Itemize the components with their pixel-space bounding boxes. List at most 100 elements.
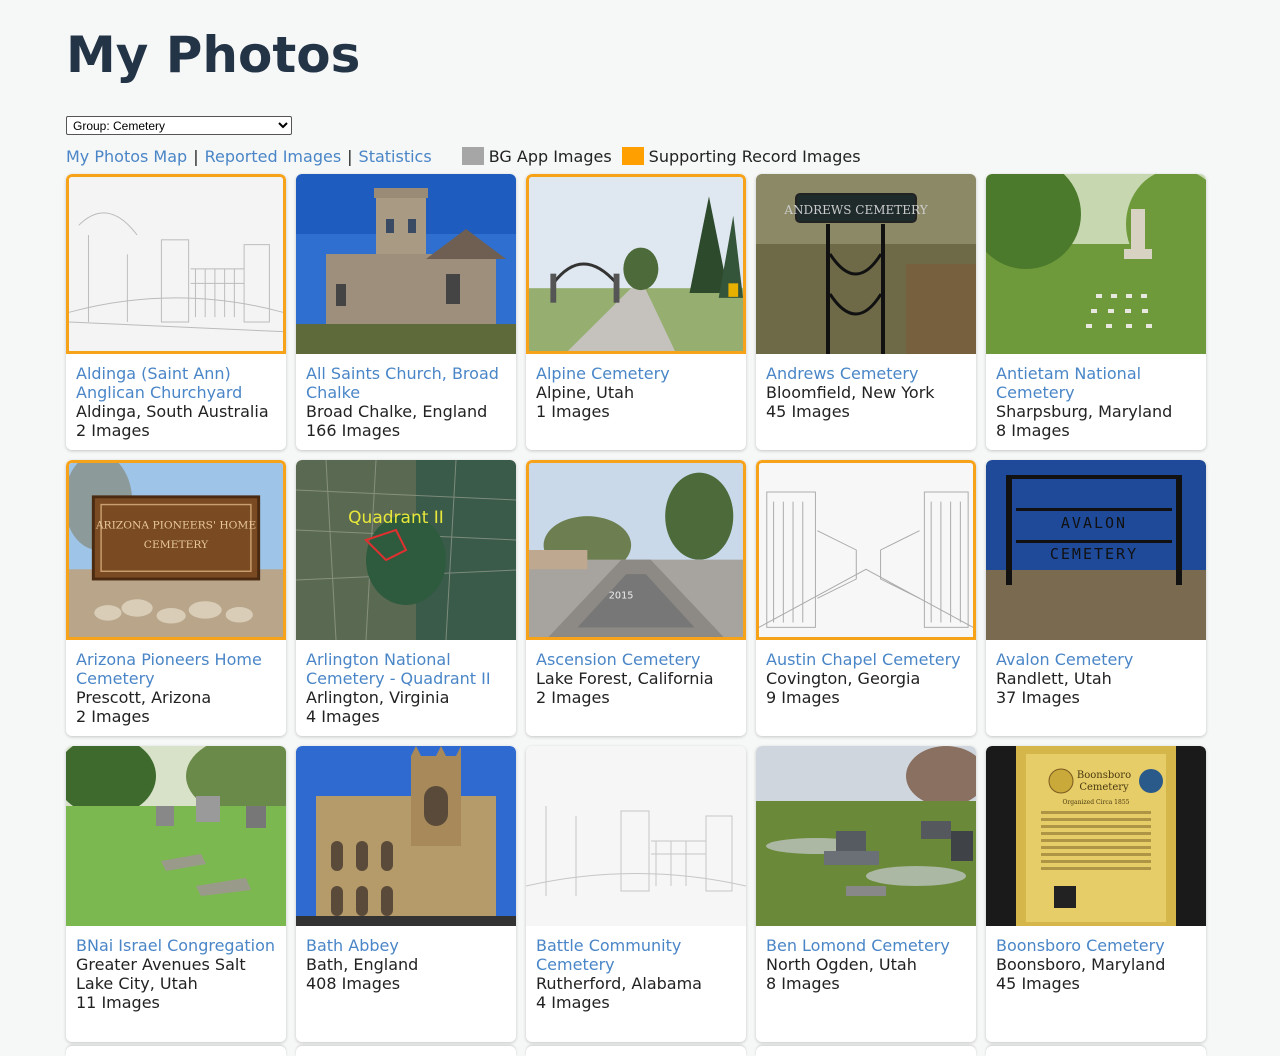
card-thumbnail[interactable]: Quadrant II [296, 460, 516, 640]
card-thumbnail[interactable] [986, 174, 1206, 354]
thumbnail-image [69, 177, 283, 351]
cemetery-name-link[interactable]: Ascension Cemetery [536, 650, 736, 669]
image-count: 408 Images [306, 974, 401, 993]
card-partial [756, 1046, 976, 1056]
thumbnail-image [759, 463, 973, 637]
cemetery-name-link[interactable]: Alpine Cemetery [536, 364, 736, 383]
thumbnail-image [66, 746, 286, 926]
thumbnail-image [986, 174, 1206, 354]
svg-text:ARIZONA PIONEERS' HOME: ARIZONA PIONEERS' HOME [95, 519, 256, 532]
location-card[interactable]: ARIZONA PIONEERS' HOME CEMETERY Arizona … [66, 460, 286, 736]
location-card[interactable]: Bath Abbey Bath, England 408 Images [296, 746, 516, 1042]
card-partial [526, 1046, 746, 1056]
image-count: 45 Images [766, 402, 850, 421]
card-thumbnail[interactable] [756, 746, 976, 926]
card-info: Ben Lomond Cemetery North Ogden, Utah 8 … [756, 926, 976, 993]
cemetery-location: Bloomfield, New York [766, 383, 935, 402]
thumbnail-image [529, 177, 743, 351]
cemetery-name-link[interactable]: Ben Lomond Cemetery [766, 936, 966, 955]
card-partial [986, 1046, 1206, 1056]
card-info: Andrews Cemetery Bloomfield, New York 45… [756, 354, 976, 421]
reported-images-link[interactable]: Reported Images [205, 147, 342, 166]
card-thumbnail[interactable] [756, 460, 976, 640]
location-card[interactable]: Austin Chapel Cemetery Covington, Georgi… [756, 460, 976, 736]
thumbnail-image: 2015 [529, 463, 743, 637]
card-thumbnail[interactable] [66, 174, 286, 354]
toolbar: My Photos Map | Reported Images | Statis… [66, 144, 871, 168]
svg-text:AVALON: AVALON [1061, 514, 1127, 532]
cemetery-location: Randlett, Utah [996, 669, 1112, 688]
location-card[interactable]: Boonsboro Cemetery Organized Circa 1855 … [986, 746, 1206, 1042]
cemetery-name-link[interactable]: Antietam National Cemetery [996, 364, 1196, 402]
svg-text:CEMETERY: CEMETERY [1050, 545, 1138, 563]
my-photos-map-link[interactable]: My Photos Map [66, 147, 187, 166]
location-card[interactable]: 2015 Ascension Cemetery Lake Forest, Cal… [526, 460, 746, 736]
location-card[interactable]: Antietam National Cemetery Sharpsburg, M… [986, 174, 1206, 450]
statistics-link[interactable]: Statistics [359, 147, 432, 166]
card-info: BNai Israel Congregation Greater Avenues… [66, 926, 286, 1012]
image-count: 2 Images [76, 421, 150, 440]
card-thumbnail[interactable] [66, 746, 286, 926]
image-count: 4 Images [536, 993, 610, 1012]
cemetery-name-link[interactable]: Austin Chapel Cemetery [766, 650, 966, 669]
image-count: 11 Images [76, 993, 160, 1012]
cemetery-name-link[interactable]: Battle Community Cemetery [536, 936, 736, 974]
location-card[interactable]: AVALON CEMETERY Avalon Cemetery Randlett… [986, 460, 1206, 736]
card-thumbnail[interactable] [296, 746, 516, 926]
image-count: 9 Images [766, 688, 840, 707]
cemetery-name-link[interactable]: All Saints Church, Broad Chalke [306, 364, 506, 402]
location-card[interactable]: BNai Israel Congregation Greater Avenues… [66, 746, 286, 1042]
group-select[interactable]: Group: Cemetery [66, 116, 292, 135]
cemetery-name-link[interactable]: BNai Israel Congregation [76, 936, 276, 955]
card-info: Bath Abbey Bath, England 408 Images [296, 926, 516, 993]
card-thumbnail[interactable]: AVALON CEMETERY [986, 460, 1206, 640]
location-card[interactable]: Battle Community Cemetery Rutherford, Al… [526, 746, 746, 1042]
location-card[interactable]: Aldinga (Saint Ann) Anglican Churchyard … [66, 174, 286, 450]
location-card[interactable]: Alpine Cemetery Alpine, Utah 1 Images [526, 174, 746, 450]
card-info: Arizona Pioneers Home Cemetery Prescott,… [66, 640, 286, 726]
card-info: Battle Community Cemetery Rutherford, Al… [526, 926, 746, 1012]
image-count: 8 Images [766, 974, 840, 993]
cemetery-name-link[interactable]: Avalon Cemetery [996, 650, 1196, 669]
image-count: 2 Images [76, 707, 150, 726]
card-thumbnail[interactable]: ARIZONA PIONEERS' HOME CEMETERY [66, 460, 286, 640]
card-info: All Saints Church, Broad Chalke Broad Ch… [296, 354, 516, 440]
thumbnail-image: ARIZONA PIONEERS' HOME CEMETERY [69, 463, 283, 637]
separator: | [347, 146, 353, 166]
svg-text:Cemetery: Cemetery [1079, 782, 1129, 793]
card-thumbnail[interactable]: Boonsboro Cemetery Organized Circa 1855 [986, 746, 1206, 926]
cemetery-location: Boonsboro, Maryland [996, 955, 1166, 974]
svg-text:CEMETERY: CEMETERY [144, 538, 209, 551]
cemetery-name-link[interactable]: Arlington National Cemetery - Quadrant I… [306, 650, 506, 688]
card-partial [296, 1046, 516, 1056]
image-count: 166 Images [306, 421, 401, 440]
card-info: Antietam National Cemetery Sharpsburg, M… [986, 354, 1206, 440]
photo-grid: Aldinga (Saint Ann) Anglican Churchyard … [66, 174, 1206, 1042]
card-info: Boonsboro Cemetery Boonsboro, Maryland 4… [986, 926, 1206, 993]
legend-label-bg-app: BG App Images [488, 146, 612, 166]
cemetery-name-link[interactable]: Andrews Cemetery [766, 364, 966, 383]
cemetery-name-link[interactable]: Aldinga (Saint Ann) Anglican Churchyard [76, 364, 276, 402]
card-thumbnail[interactable]: 2015 [526, 460, 746, 640]
cemetery-location: Sharpsburg, Maryland [996, 402, 1173, 421]
card-thumbnail[interactable] [526, 174, 746, 354]
cemetery-location: Greater Avenues Salt Lake City, Utah [76, 955, 246, 993]
cemetery-location: Broad Chalke, England [306, 402, 488, 421]
location-card[interactable]: All Saints Church, Broad Chalke Broad Ch… [296, 174, 516, 450]
card-thumbnail[interactable] [526, 746, 746, 926]
page-title: My Photos [66, 26, 361, 84]
cemetery-location: North Ogden, Utah [766, 955, 917, 974]
legend-label-supporting: Supporting Record Images [648, 146, 861, 166]
thumbnail-image [756, 746, 976, 926]
card-info: Austin Chapel Cemetery Covington, Georgi… [756, 640, 976, 707]
location-card[interactable]: Quadrant II Arlington National Cemetery … [296, 460, 516, 736]
location-card[interactable]: Ben Lomond Cemetery North Ogden, Utah 8 … [756, 746, 976, 1042]
card-thumbnail[interactable]: ANDREWS CEMETERY [756, 174, 976, 354]
location-card[interactable]: ANDREWS CEMETERY Andrews Cemetery Bloomf… [756, 174, 976, 450]
card-info: Arlington National Cemetery - Quadrant I… [296, 640, 516, 726]
cemetery-name-link[interactable]: Arizona Pioneers Home Cemetery [76, 650, 276, 688]
cemetery-name-link[interactable]: Bath Abbey [306, 936, 506, 955]
card-info: Avalon Cemetery Randlett, Utah 37 Images [986, 640, 1206, 707]
cemetery-name-link[interactable]: Boonsboro Cemetery [996, 936, 1196, 955]
card-thumbnail[interactable] [296, 174, 516, 354]
